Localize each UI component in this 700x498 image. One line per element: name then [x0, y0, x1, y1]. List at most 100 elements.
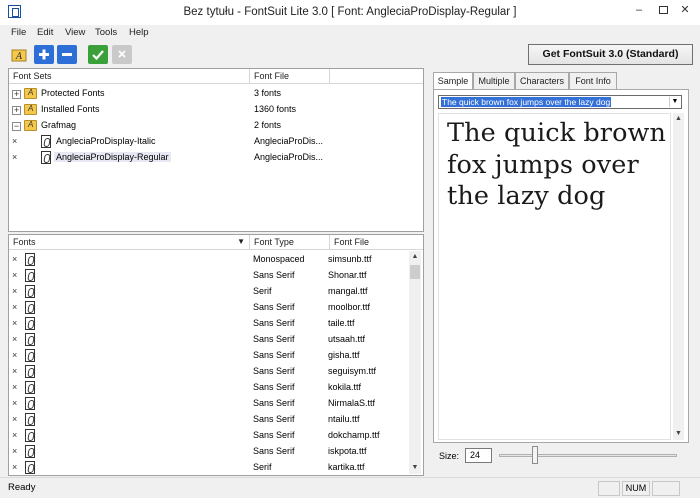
- tab-sample[interactable]: Sample: [433, 72, 473, 90]
- menu-help[interactable]: Help: [129, 27, 149, 38]
- tree-row-grafmag[interactable]: − Grafmag 2 fonts: [9, 118, 424, 134]
- minimize-icon: –: [635, 4, 643, 16]
- font-list-row[interactable]: × Sans Serif taile.ttf: [9, 316, 417, 332]
- font-list-row[interactable]: × Sans Serif moolbor.ttf: [9, 300, 417, 316]
- font-list-row[interactable]: × Sans Serif Shonar.ttf: [9, 268, 417, 284]
- col-fonts[interactable]: Fonts ▼: [9, 235, 249, 250]
- tab-multiple[interactable]: Multiple: [473, 72, 515, 89]
- tree-row-protected-fonts[interactable]: + Protected Fonts 3 fonts: [9, 86, 424, 102]
- font-list-row[interactable]: × Sans Serif ntailu.ttf: [9, 412, 417, 428]
- tree-row-anglecia-italic[interactable]: × AngleciaProDisplay-Italic AngleciaProD…: [9, 134, 424, 150]
- font-type: Monospaced: [253, 254, 305, 264]
- font-file-icon: [25, 349, 35, 362]
- remove-button[interactable]: [57, 45, 77, 64]
- preview-scrollbar[interactable]: ▲ ▼: [673, 113, 684, 440]
- remove-mark-icon[interactable]: ×: [12, 286, 17, 296]
- font-file-icon: [41, 151, 51, 164]
- font-file: seguisym.ttf: [328, 366, 377, 376]
- remove-mark-icon[interactable]: ×: [12, 270, 17, 280]
- tree-file: 3 fonts: [254, 88, 282, 98]
- font-list-row[interactable]: × Sans Serif kokila.ttf: [9, 380, 417, 396]
- tree-row-installed-fonts[interactable]: + Installed Fonts 1360 fonts: [9, 102, 424, 118]
- add-icon: [39, 49, 49, 60]
- tab-font-info[interactable]: Font Info: [569, 72, 617, 89]
- remove-mark-icon[interactable]: ×: [12, 152, 17, 162]
- font-list-row[interactable]: × Serif mangal.ttf: [9, 284, 417, 300]
- menu-edit[interactable]: Edit: [37, 27, 53, 38]
- font-file: simsunb.ttf: [328, 254, 372, 264]
- size-input[interactable]: 24: [465, 448, 492, 463]
- sample-text-select[interactable]: The quick brown fox jumps over the lazy …: [438, 95, 682, 109]
- check-button[interactable]: [88, 45, 108, 64]
- remove-mark-icon[interactable]: ×: [12, 350, 17, 360]
- font-file-icon: [25, 381, 35, 394]
- col-font-type[interactable]: Font Type: [249, 235, 329, 250]
- font-list-row[interactable]: × Monospaced simsunb.ttf: [9, 252, 417, 268]
- collapse-icon[interactable]: −: [12, 122, 21, 131]
- size-slider-thumb[interactable]: [532, 446, 538, 464]
- font-file-icon: [25, 317, 35, 330]
- scroll-thumb[interactable]: [410, 265, 420, 279]
- remove-mark-icon[interactable]: ×: [12, 446, 17, 456]
- add-button[interactable]: [34, 45, 54, 64]
- col-font-sets[interactable]: Font Sets: [9, 69, 249, 84]
- scroll-up-icon[interactable]: ▲: [409, 251, 421, 263]
- size-slider-track[interactable]: [499, 454, 677, 457]
- delete-button[interactable]: [112, 45, 132, 64]
- maximize-icon: [658, 6, 668, 15]
- expand-icon[interactable]: +: [12, 90, 21, 99]
- remove-mark-icon[interactable]: ×: [12, 136, 17, 146]
- status-pane-blank: [598, 481, 620, 496]
- font-file-icon: [25, 269, 35, 282]
- font-type: Sans Serif: [253, 270, 295, 280]
- fonts-scrollbar[interactable]: ▲ ▼: [409, 251, 421, 474]
- size-label: Size:: [439, 451, 460, 461]
- scroll-down-icon[interactable]: ▼: [673, 428, 684, 440]
- font-list-row[interactable]: × Sans Serif utsaah.ttf: [9, 332, 417, 348]
- font-list-row[interactable]: × Sans Serif NirmalaS.ttf: [9, 396, 417, 412]
- remove-mark-icon[interactable]: ×: [12, 414, 17, 424]
- scroll-down-icon[interactable]: ▼: [409, 462, 421, 474]
- font-file-icon: [41, 135, 51, 148]
- close-button[interactable]: ✕: [670, 1, 700, 21]
- col-font-file[interactable]: Font File: [329, 235, 423, 250]
- scroll-up-icon[interactable]: ▲: [673, 113, 684, 125]
- preview-text: The quick brown fox jumps over the lazy …: [447, 118, 667, 213]
- remove-mark-icon[interactable]: ×: [12, 334, 17, 344]
- font-file-icon: [25, 461, 35, 474]
- remove-mark-icon[interactable]: ×: [12, 366, 17, 376]
- font-list-row[interactable]: × Serif kartika.ttf: [9, 460, 417, 476]
- menu-file[interactable]: File: [11, 27, 26, 38]
- font-file-icon: [25, 301, 35, 314]
- font-type: Sans Serif: [253, 398, 295, 408]
- font-preview-area: The quick brown fox jumps over the lazy …: [438, 113, 671, 440]
- remove-mark-icon[interactable]: ×: [12, 462, 17, 472]
- remove-mark-icon[interactable]: ×: [12, 430, 17, 440]
- check-icon: [92, 50, 104, 61]
- font-file-icon: [25, 333, 35, 346]
- font-list-row[interactable]: × Sans Serif iskpota.ttf: [9, 444, 417, 460]
- remove-mark-icon[interactable]: ×: [12, 318, 17, 328]
- font-list-row[interactable]: × Sans Serif dokchamp.ttf: [9, 428, 417, 444]
- font-type: Sans Serif: [253, 414, 295, 424]
- col-font-file[interactable]: Font File: [249, 69, 329, 84]
- menu-bar: File Edit View Tools Help: [0, 25, 700, 41]
- font-list-row[interactable]: × Sans Serif gisha.ttf: [9, 348, 417, 364]
- remove-mark-icon[interactable]: ×: [12, 302, 17, 312]
- tab-characters[interactable]: Characters: [515, 72, 569, 89]
- remove-mark-icon[interactable]: ×: [12, 382, 17, 392]
- font-list-row[interactable]: × Sans Serif seguisym.ttf: [9, 364, 417, 380]
- expand-icon[interactable]: +: [12, 106, 21, 115]
- dropdown-arrow-icon[interactable]: ▼: [669, 97, 680, 107]
- tree-row-anglecia-regular[interactable]: × AngleciaProDisplay-Regular AngleciaPro…: [9, 150, 424, 166]
- font-type: Sans Serif: [253, 366, 295, 376]
- font-sets-panel: Font Sets Font File + Protected Fonts 3 …: [8, 68, 424, 232]
- minimize-button[interactable]: –: [627, 1, 651, 21]
- menu-view[interactable]: View: [65, 27, 85, 38]
- remove-mark-icon[interactable]: ×: [12, 254, 17, 264]
- font-type: Serif: [253, 462, 272, 472]
- remove-mark-icon[interactable]: ×: [12, 398, 17, 408]
- open-folder-button[interactable]: A: [9, 45, 29, 64]
- get-fontsuit-button[interactable]: Get FontSuit 3.0 (Standard): [528, 44, 693, 65]
- menu-tools[interactable]: Tools: [95, 27, 117, 38]
